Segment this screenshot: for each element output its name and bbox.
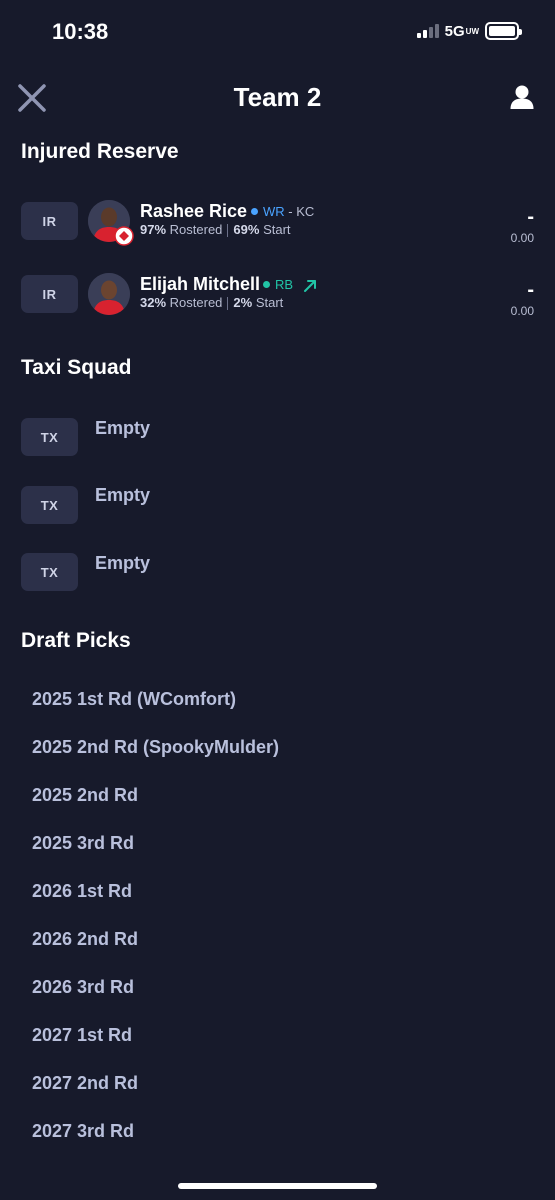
- draft-pick-item[interactable]: 2027 2nd Rd: [32, 1073, 138, 1094]
- draft-pick-item[interactable]: 2025 2nd Rd (SpookyMulder): [32, 737, 279, 758]
- position-label: WR: [263, 204, 285, 219]
- team-logo-icon: [114, 226, 134, 246]
- player-avatar[interactable]: [88, 200, 134, 246]
- player-position: RB: [263, 277, 317, 293]
- points-value: 0.00: [510, 304, 534, 318]
- taxi-slot-badge[interactable]: TX: [21, 418, 78, 456]
- empty-slot-label[interactable]: Empty: [95, 485, 150, 506]
- start-percent: 2%: [233, 295, 253, 310]
- draft-pick-item[interactable]: 2027 3rd Rd: [32, 1121, 134, 1142]
- rostered-label: Rostered: [169, 222, 223, 237]
- injured-reserve-title: Injured Reserve: [21, 140, 179, 163]
- draft-pick-item[interactable]: 2026 3rd Rd: [32, 977, 134, 998]
- status-icons: 5G UW: [416, 22, 522, 40]
- team-label: - KC: [288, 204, 315, 219]
- start-label: Start: [255, 295, 284, 310]
- draft-pick-item[interactable]: 2026 1st Rd: [32, 881, 132, 902]
- network-indicator: 5G UW: [445, 23, 479, 40]
- rostered-label: Rostered: [169, 295, 223, 310]
- header: Team 2: [0, 70, 555, 126]
- draft-pick-item[interactable]: 2025 3rd Rd: [32, 833, 134, 854]
- start-label: Start: [263, 222, 291, 237]
- draft-pick-item[interactable]: 2025 2nd Rd: [32, 785, 138, 806]
- draft-picks-title: Draft Picks: [21, 629, 131, 652]
- player-avatar[interactable]: [88, 273, 130, 315]
- projection-value: -: [527, 279, 534, 301]
- player-name[interactable]: Rashee Rice: [140, 201, 247, 222]
- status-bar: 10:38 5G UW: [0, 0, 555, 64]
- ir-slot-badge[interactable]: IR: [21, 275, 78, 313]
- rostered-percent: 32%: [140, 295, 167, 310]
- empty-slot-label[interactable]: Empty: [95, 553, 150, 574]
- player-name[interactable]: Elijah Mitchell: [140, 274, 260, 295]
- taxi-squad-title: Taxi Squad: [21, 356, 132, 379]
- battery-icon: [485, 22, 522, 40]
- profile-button[interactable]: [509, 84, 535, 110]
- points-value: 0.00: [510, 231, 534, 245]
- taxi-slot-badge[interactable]: TX: [21, 553, 78, 591]
- trending-up-icon: [303, 279, 316, 292]
- draft-pick-item[interactable]: 2025 1st Rd (WComfort): [32, 689, 236, 710]
- draft-pick-item[interactable]: 2027 1st Rd: [32, 1025, 132, 1046]
- network-type: 5G: [444, 22, 465, 40]
- taxi-slot-badge[interactable]: TX: [21, 486, 78, 524]
- status-time: 10:38: [52, 19, 109, 44]
- home-indicator[interactable]: [178, 1183, 377, 1189]
- cellular-signal-icon: [416, 24, 439, 38]
- empty-slot-label[interactable]: Empty: [95, 418, 150, 439]
- rostered-percent: 97%: [140, 222, 167, 237]
- start-percent: 69%: [233, 222, 260, 237]
- network-sub: UW: [465, 26, 479, 36]
- player-position: WR - KC: [251, 204, 314, 219]
- player-photo: [88, 273, 130, 315]
- user-icon: [510, 85, 534, 109]
- position-label: RB: [275, 277, 294, 292]
- player-stats: 97% Rostered 69% Start: [140, 222, 291, 238]
- player-stats: 32% Rostered 2% Start: [140, 295, 284, 311]
- draft-pick-item[interactable]: 2026 2nd Rd: [32, 929, 138, 950]
- projection-value: -: [527, 206, 534, 228]
- ir-slot-badge[interactable]: IR: [21, 202, 78, 240]
- page-title: Team 2: [233, 82, 322, 112]
